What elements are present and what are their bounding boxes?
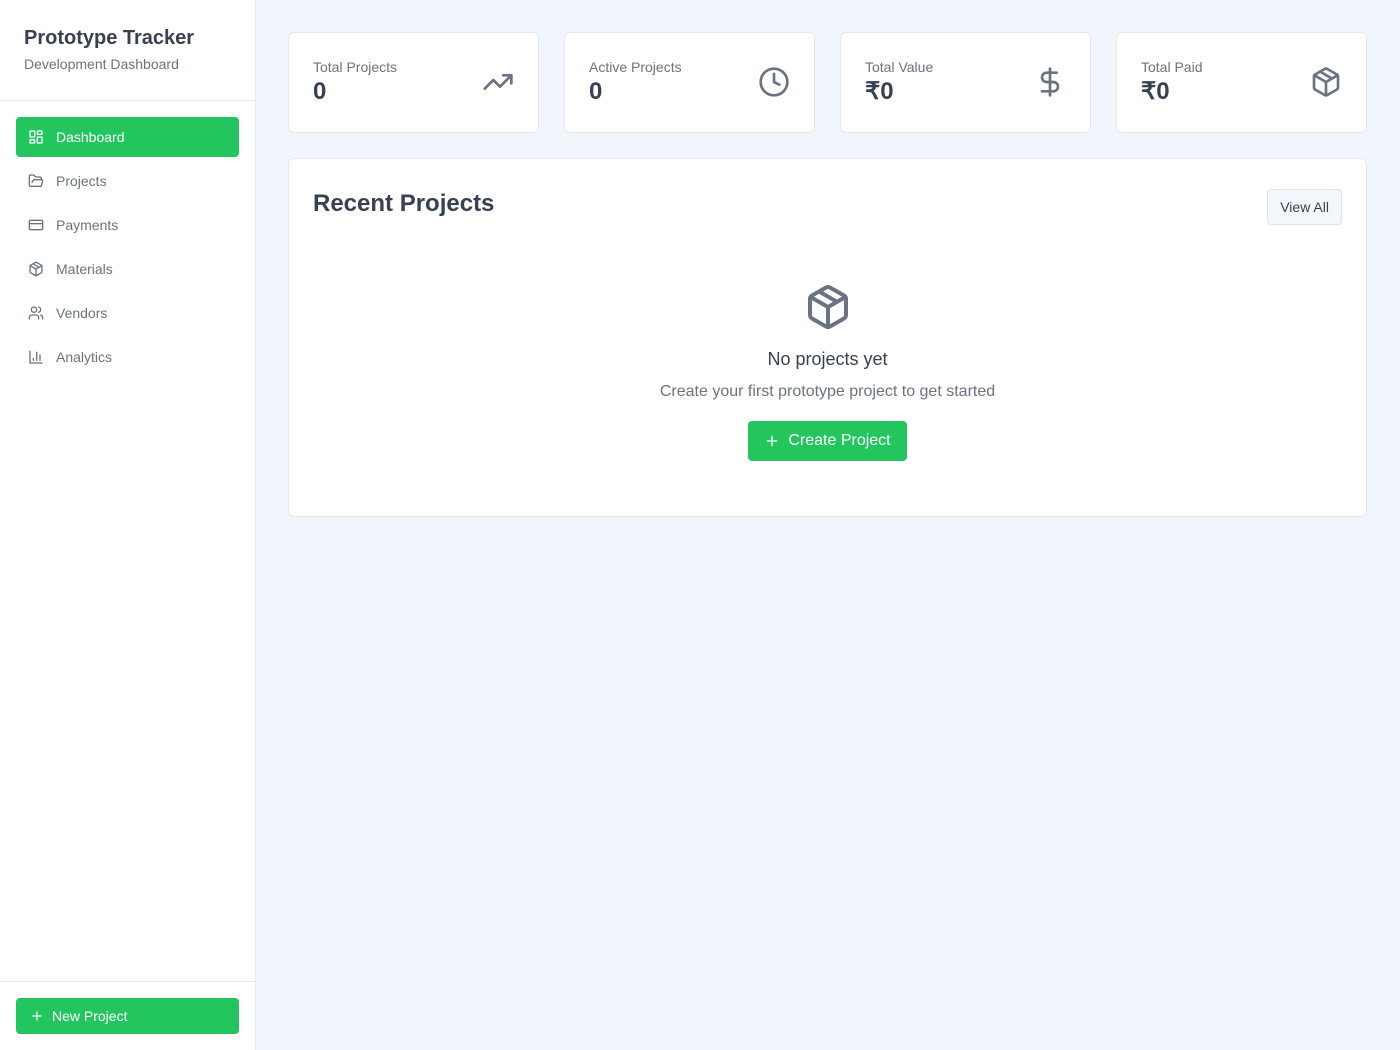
- app-root: Prototype Tracker Development Dashboard …: [0, 0, 1400, 1050]
- sidebar-item-vendors[interactable]: Vendors: [16, 293, 239, 333]
- stat-card-active-projects: Active Projects 0: [564, 32, 815, 133]
- stat-card-total-value: Total Value ₹0: [840, 32, 1091, 133]
- package-icon: [28, 261, 44, 277]
- create-project-label: Create Project: [788, 432, 891, 449]
- sidebar-item-label: Projects: [56, 173, 107, 189]
- sidebar-item-projects[interactable]: Projects: [16, 161, 239, 201]
- stat-card-total-projects: Total Projects 0: [288, 32, 539, 133]
- sidebar: Prototype Tracker Development Dashboard …: [0, 0, 256, 1050]
- folder-open-icon: [28, 173, 44, 189]
- empty-state-title: No projects yet: [767, 349, 888, 369]
- users-icon: [28, 305, 44, 321]
- stat-card-total-paid: Total Paid ₹0: [1116, 32, 1367, 133]
- sidebar-item-label: Analytics: [56, 349, 113, 365]
- package-icon: [804, 283, 852, 331]
- sidebar-nav: Dashboard Projects Payments Materials Ve…: [0, 101, 255, 381]
- sidebar-item-payments[interactable]: Payments: [16, 205, 239, 245]
- empty-state-text: Create your first prototype project to g…: [659, 383, 996, 400]
- bar-chart-icon: [28, 349, 44, 365]
- view-all-button[interactable]: View All: [1267, 189, 1342, 225]
- layout-dashboard-icon: [28, 129, 44, 145]
- sidebar-footer: New Project: [0, 981, 255, 1050]
- brand-header: Prototype Tracker Development Dashboard: [0, 0, 255, 101]
- create-project-button[interactable]: Create Project: [748, 421, 907, 461]
- recent-projects-panel: Recent Projects View All No projects yet…: [288, 158, 1367, 517]
- empty-state: No projects yet Create your first protot…: [313, 283, 1342, 461]
- sidebar-item-label: Vendors: [56, 305, 108, 321]
- credit-card-icon: [28, 217, 44, 233]
- recent-projects-title: Recent Projects: [313, 190, 495, 217]
- sidebar-item-label: Dashboard: [56, 129, 125, 145]
- main-content: Total Projects 0 Active Projects 0 Total…: [256, 0, 1400, 1050]
- sidebar-item-label: Payments: [56, 217, 119, 233]
- app-title: Prototype Tracker: [24, 27, 195, 49]
- plus-icon: [764, 433, 780, 449]
- sidebar-item-dashboard[interactable]: Dashboard: [16, 117, 239, 157]
- trending-up-icon: [482, 66, 514, 98]
- clock-icon: [758, 66, 790, 98]
- dollar-sign-icon: [1034, 66, 1066, 98]
- new-project-label: New Project: [52, 1008, 128, 1024]
- stats-row: Total Projects 0 Active Projects 0 Total…: [288, 32, 1368, 133]
- sidebar-item-label: Materials: [56, 261, 113, 277]
- sidebar-item-materials[interactable]: Materials: [16, 249, 239, 289]
- app-subtitle: Development Dashboard: [24, 56, 179, 72]
- package-icon: [1310, 66, 1342, 98]
- sidebar-item-analytics[interactable]: Analytics: [16, 337, 239, 377]
- plus-icon: [30, 1009, 44, 1023]
- new-project-button[interactable]: New Project: [16, 998, 239, 1034]
